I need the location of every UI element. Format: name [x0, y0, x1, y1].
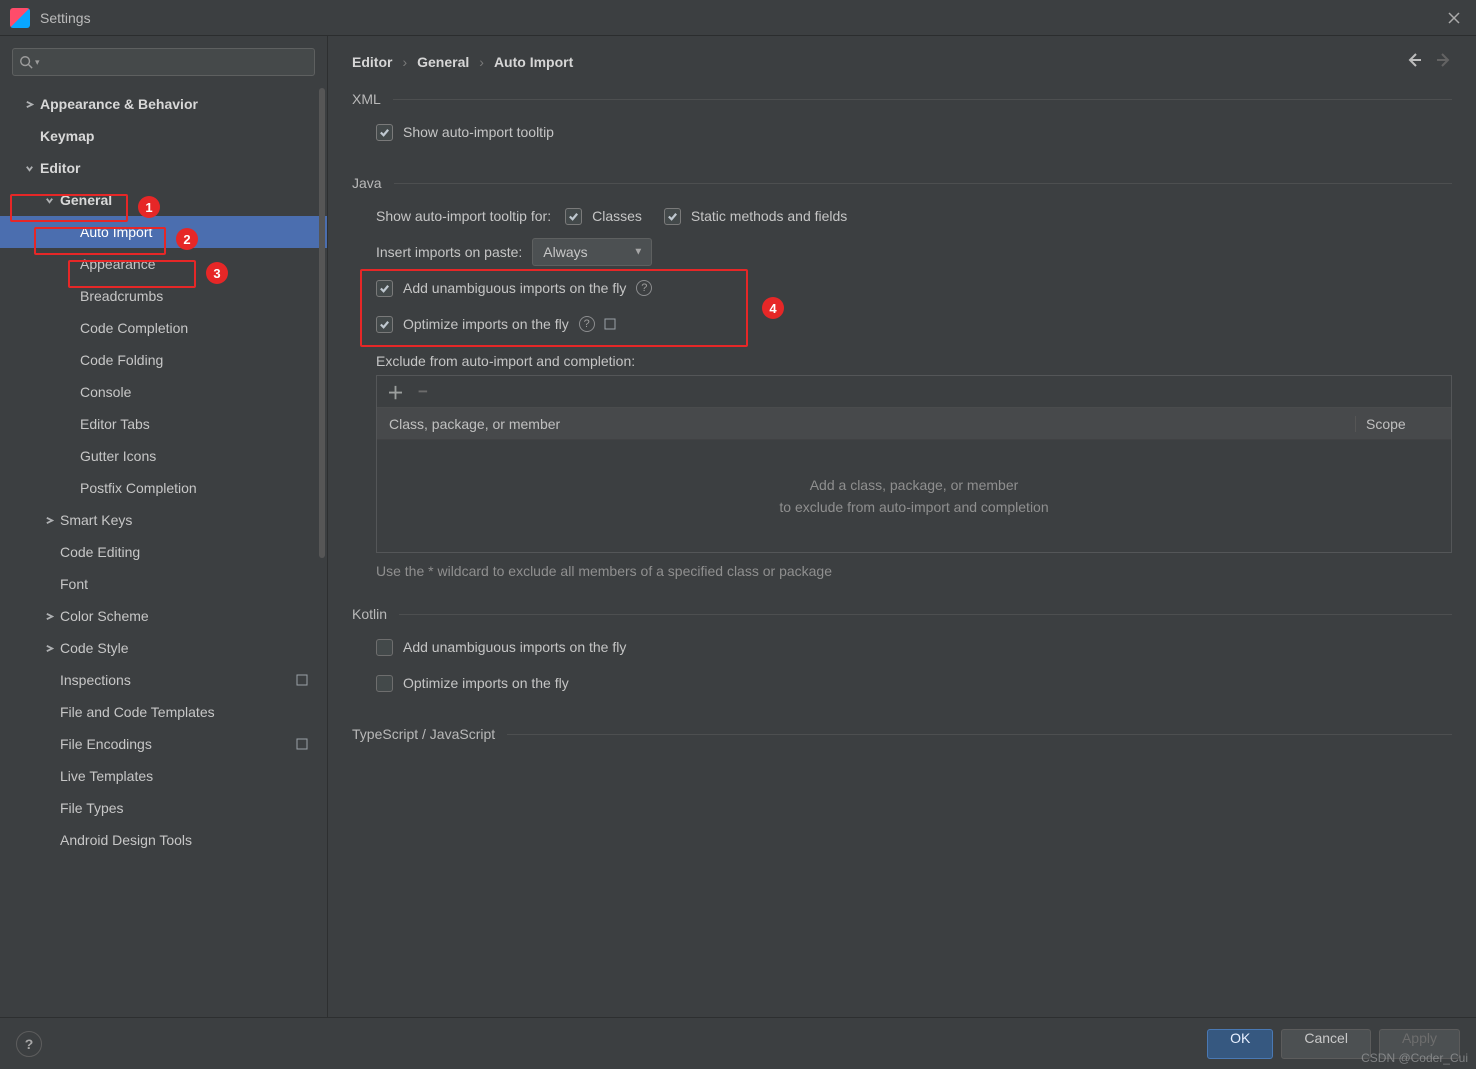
sidebar-item-color-scheme[interactable]: Color Scheme [0, 600, 327, 632]
search-icon [19, 55, 33, 69]
exclude-placeholder-2: to exclude from auto-import and completi… [779, 499, 1048, 515]
help-icon[interactable]: ? [636, 280, 652, 296]
sidebar-item-code-editing[interactable]: Code Editing [0, 536, 327, 568]
column-scope[interactable]: Scope [1355, 416, 1451, 432]
ok-button[interactable]: OK [1207, 1029, 1273, 1059]
exclude-placeholder-1: Add a class, package, or member [810, 477, 1019, 493]
help-button[interactable]: ? [16, 1031, 42, 1057]
checkbox-java-add-unambiguous[interactable] [376, 280, 393, 297]
section-xml: XML [352, 91, 1452, 107]
sidebar-item-inspections[interactable]: Inspections [0, 664, 327, 696]
select-insert-on-paste[interactable]: Always ▼ [532, 238, 652, 266]
sidebar-item-general[interactable]: General [0, 184, 327, 216]
sidebar-item-file-code-templates[interactable]: File and Code Templates [0, 696, 327, 728]
column-class[interactable]: Class, package, or member [377, 416, 1355, 432]
sidebar-item-keymap[interactable]: Keymap [0, 120, 327, 152]
settings-content: XML Show auto-import tooltip Java Show a… [328, 81, 1476, 1017]
window-title: Settings [40, 10, 1442, 26]
help-icon[interactable]: ? [579, 316, 595, 332]
crumb-general[interactable]: General [417, 54, 469, 70]
sidebar-item-postfix-completion[interactable]: Postfix Completion [0, 472, 327, 504]
chevron-right-icon: › [479, 54, 484, 70]
checkbox-xml-show-tooltip[interactable] [376, 124, 393, 141]
sidebar-item-code-style[interactable]: Code Style [0, 632, 327, 664]
remove-button: − [418, 382, 428, 402]
section-java: Java [352, 175, 1452, 191]
sidebar-item-code-completion[interactable]: Code Completion [0, 312, 327, 344]
chevron-right-icon: › [402, 54, 407, 70]
cancel-button[interactable]: Cancel [1281, 1029, 1371, 1059]
sidebar-item-editor[interactable]: Editor [0, 152, 327, 184]
exclude-table: ＋ − Class, package, or member Scope Add … [376, 375, 1452, 553]
crumb-editor[interactable]: Editor [352, 54, 392, 70]
checkbox-kotlin-optimize[interactable] [376, 675, 393, 692]
sidebar-item-appearance[interactable]: Appearance [0, 248, 327, 280]
breadcrumb: Editor › General › Auto Import [328, 36, 1476, 81]
sidebar-item-live-templates[interactable]: Live Templates [0, 760, 327, 792]
apply-button: Apply [1379, 1029, 1460, 1059]
checkbox-java-classes[interactable] [565, 208, 582, 225]
sidebar-item-code-folding[interactable]: Code Folding [0, 344, 327, 376]
chevron-down-icon: ▼ [633, 247, 643, 258]
dialog-button-bar: ? OK Cancel Apply [0, 1017, 1476, 1069]
search-input[interactable]: ▾ [12, 48, 315, 76]
project-override-icon [603, 317, 617, 331]
add-button[interactable]: ＋ [387, 379, 404, 404]
sidebar-item-appearance-behavior[interactable]: Appearance & Behavior [0, 88, 327, 120]
sidebar-item-console[interactable]: Console [0, 376, 327, 408]
sidebar-item-gutter-icons[interactable]: Gutter Icons [0, 440, 327, 472]
sidebar-item-font[interactable]: Font [0, 568, 327, 600]
sidebar-item-auto-import[interactable]: Auto Import [0, 216, 327, 248]
label-exclude-heading: Exclude from auto-import and completion: [376, 353, 1452, 369]
checkbox-java-optimize[interactable] [376, 316, 393, 333]
crumb-auto-import[interactable]: Auto Import [494, 54, 573, 70]
nav-forward-button [1436, 52, 1452, 71]
section-kotlin: Kotlin [352, 606, 1452, 622]
project-override-icon [295, 737, 309, 751]
app-logo-icon [10, 8, 30, 28]
sidebar-item-file-encodings[interactable]: File Encodings [0, 728, 327, 760]
sidebar-item-android-design-tools[interactable]: Android Design Tools [0, 824, 327, 856]
section-ts-js: TypeScript / JavaScript [352, 726, 1452, 742]
sidebar-item-smart-keys[interactable]: Smart Keys [0, 504, 327, 536]
close-button[interactable] [1442, 6, 1466, 30]
project-override-icon [295, 673, 309, 687]
search-history-icon: ▾ [35, 57, 40, 68]
checkbox-java-static[interactable] [664, 208, 681, 225]
sidebar-item-editor-tabs[interactable]: Editor Tabs [0, 408, 327, 440]
settings-tree[interactable]: Appearance & Behavior Keymap Editor Gene… [0, 88, 327, 1017]
sidebar-item-breadcrumbs[interactable]: Breadcrumbs [0, 280, 327, 312]
settings-sidebar: ▾ Appearance & Behavior Keymap Editor Ge… [0, 36, 328, 1017]
hint-wildcard: Use the * wildcard to exclude all member… [376, 561, 896, 582]
titlebar: Settings [0, 0, 1476, 36]
nav-back-button[interactable] [1406, 52, 1422, 71]
checkbox-kotlin-add-unambiguous[interactable] [376, 639, 393, 656]
sidebar-item-file-types[interactable]: File Types [0, 792, 327, 824]
